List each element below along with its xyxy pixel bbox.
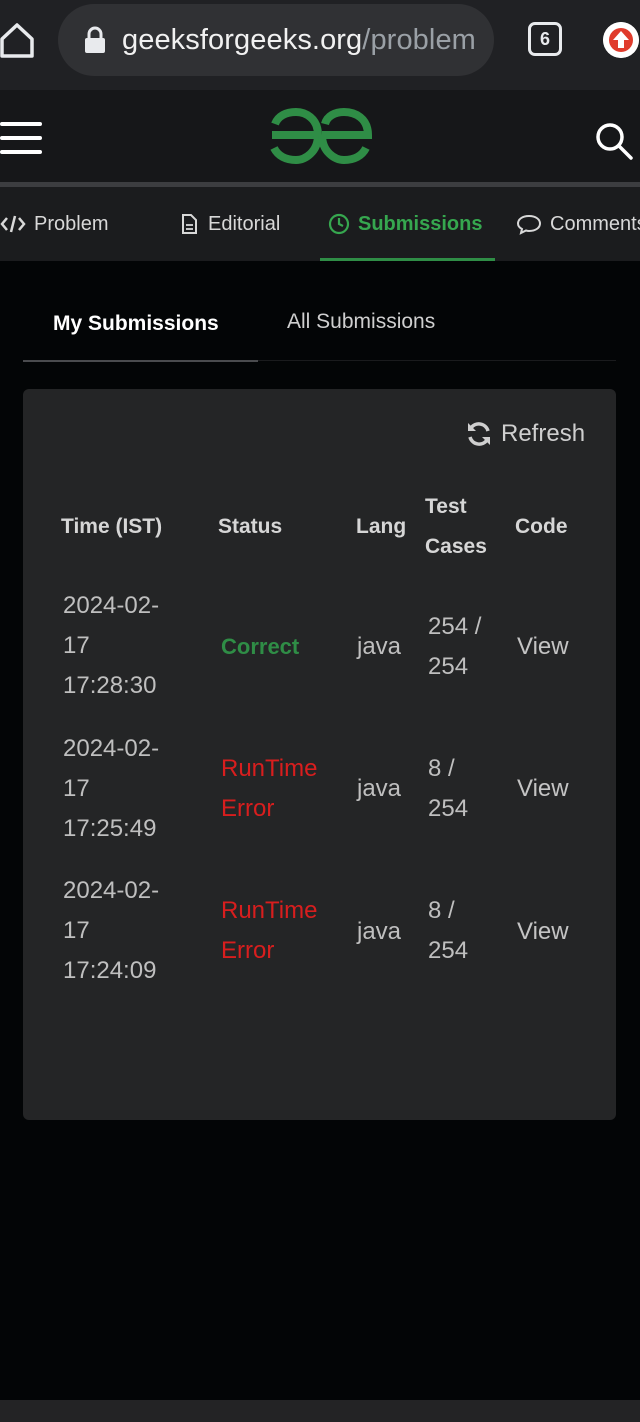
header-lang: Lang (356, 515, 407, 538)
test-cases-cell: 254 / 254 (428, 613, 482, 680)
clock-icon (328, 213, 350, 235)
hamburger-menu-icon[interactable] (0, 122, 42, 154)
view-code-link[interactable]: View (517, 627, 569, 667)
header-status: Status (218, 515, 283, 538)
tab-problem-label: Problem (34, 212, 109, 235)
url-path: /problem (362, 24, 476, 56)
lang-cell: java (357, 918, 402, 945)
search-icon[interactable] (595, 122, 633, 160)
header-time: Time (IST) (61, 515, 163, 538)
view-code-link[interactable]: View (517, 912, 569, 952)
tab-editorial[interactable]: Editorial (178, 187, 280, 261)
time-cell: 2024-02-17 17:24:09 (63, 877, 160, 984)
refresh-icon (468, 422, 490, 446)
problem-tabs: Problem Editorial Submissions Comments (0, 187, 640, 261)
lock-icon (85, 26, 105, 53)
address-bar[interactable]: geeksforgeeks.org/problem (58, 4, 494, 76)
time-cell: 2024-02-17 17:28:30 (63, 592, 160, 699)
comment-icon (516, 214, 542, 235)
tab-comments[interactable]: Comments (516, 187, 640, 261)
tab-submissions-label: Submissions (358, 212, 483, 235)
gfg-logo[interactable] (264, 108, 376, 164)
view-code-link[interactable]: View (517, 769, 569, 809)
tab-submissions[interactable]: Submissions (328, 187, 482, 261)
url-text: geeksforgeeks.org/problem (122, 24, 476, 57)
tab-problem[interactable]: Problem (0, 187, 108, 261)
refresh-label: Refresh (501, 420, 586, 447)
time-cell: 2024-02-17 17:25:49 (63, 735, 160, 842)
header-test-cases: Test Cases (425, 495, 487, 558)
header-code: Code (515, 515, 568, 538)
browser-toolbar: geeksforgeeks.org/problem 6 (0, 0, 640, 90)
document-icon (182, 214, 197, 234)
status-cell: RunTime Error (221, 897, 318, 964)
tab-switcher-button[interactable]: 6 (528, 22, 562, 56)
status-cell: Correct (221, 634, 300, 659)
code-icon (0, 215, 26, 233)
tab-editorial-label: Editorial (208, 212, 281, 235)
tab-all-submissions[interactable]: All Submissions (287, 310, 435, 334)
test-cases-cell: 8 / 254 (428, 755, 469, 822)
lang-cell: java (357, 775, 402, 802)
subtab-divider (258, 360, 616, 361)
active-tab-indicator (320, 258, 495, 261)
refresh-button[interactable]: Refresh (465, 417, 585, 451)
status-cell: RunTime Error (221, 755, 318, 822)
tab-my-submissions[interactable]: My Submissions (53, 312, 219, 336)
test-cases-cell: 8 / 254 (428, 897, 469, 964)
home-icon[interactable] (0, 22, 34, 58)
system-navigation-bar (0, 1400, 640, 1422)
subtab-indicator (23, 360, 258, 362)
update-icon[interactable] (603, 22, 639, 58)
tab-comments-label: Comments (550, 212, 640, 235)
lang-cell: java (357, 633, 402, 660)
url-host: geeksforgeeks.org (122, 24, 363, 56)
